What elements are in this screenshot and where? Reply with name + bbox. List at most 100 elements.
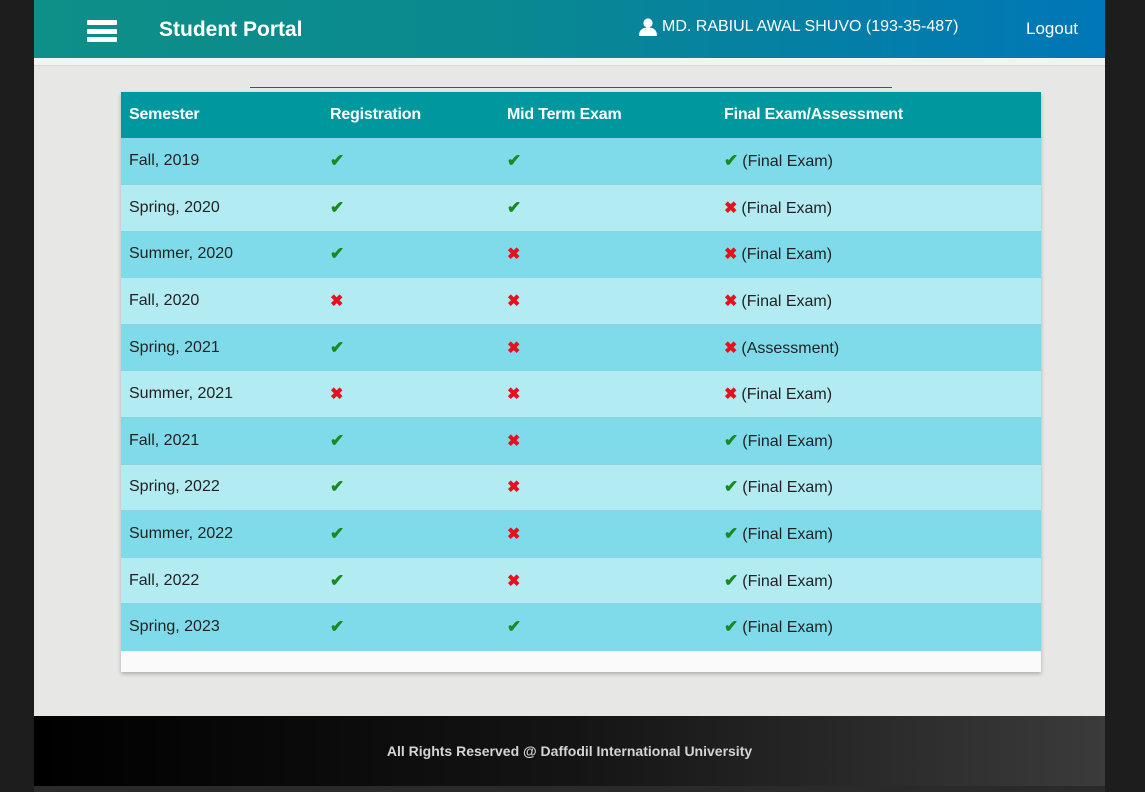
check-icon: ✔ <box>507 197 522 217</box>
final-label: (Final Exam) <box>741 293 833 311</box>
final-cell: ✔ (Final Exam) <box>716 418 1041 465</box>
check-icon: ✔ <box>724 151 739 171</box>
semester-cell: Spring, 2020 <box>129 198 220 216</box>
page-frame: Student Portal MD. RABIUL AWAL SHUVO (19… <box>34 0 1105 792</box>
logout-link[interactable]: Logout <box>1026 19 1078 39</box>
cross-icon: ✖ <box>724 293 738 311</box>
check-icon: ✔ <box>724 570 739 590</box>
final-label: (Final Exam) <box>742 479 833 497</box>
table-row: Fall, 2022 ✔ ✖ ✔ (Final Exam) <box>121 557 1041 604</box>
table-row: Summer, 2021 ✖ ✖ ✖ (Final Exam) <box>121 370 1041 418</box>
midterm-cell: ✖ <box>499 324 716 371</box>
cross-icon: ✖ <box>507 432 521 450</box>
semester-cell: Spring, 2021 <box>129 338 220 356</box>
check-icon: ✔ <box>507 617 522 637</box>
column-header: Final Exam/Assessment <box>724 105 903 123</box>
midterm-cell: ✔ <box>499 138 716 185</box>
semester-cell: Fall, 2020 <box>129 292 200 310</box>
brand-title: Student Portal <box>159 18 303 41</box>
table-row: Spring, 2023 ✔ ✔ ✔ (Final Exam) <box>121 603 1041 651</box>
table-header-row: Semester Registration Mid Term Exam Final E… <box>121 92 1041 138</box>
registration-cell: ✖ <box>322 278 499 325</box>
final-cell: ✔ (Final Exam) <box>716 138 1041 185</box>
check-icon: ✔ <box>507 151 522 171</box>
check-icon: ✔ <box>330 524 345 544</box>
check-icon: ✔ <box>330 570 345 590</box>
cross-icon: ✖ <box>507 246 521 264</box>
final-cell: ✖ (Final Exam) <box>716 371 1041 418</box>
check-icon: ✔ <box>724 524 739 544</box>
registration-cell: ✔ <box>322 604 499 651</box>
midterm-cell: ✖ <box>499 557 716 604</box>
navbar-shadow <box>34 58 1105 66</box>
final-label: (Final Exam) <box>742 153 833 171</box>
registration-cell: ✔ <box>322 464 499 511</box>
table-row: Spring, 2021 ✔ ✖ ✖ (Assessment) <box>121 324 1041 371</box>
check-icon: ✔ <box>330 337 345 357</box>
semester-cell: Summer, 2021 <box>129 385 234 403</box>
semester-cell: Summer, 2020 <box>129 245 234 263</box>
midterm-cell: ✖ <box>499 278 716 325</box>
table-row: Fall, 2021 ✔ ✖ ✔ (Final Exam) <box>121 417 1041 465</box>
check-icon: ✔ <box>330 430 345 450</box>
table-row: Spring, 2022 ✔ ✖ ✔ (Final Exam) <box>121 464 1041 511</box>
table-row: Fall, 2020 ✖ ✖ ✖ (Final Exam) <box>121 277 1041 325</box>
midterm-cell: ✔ <box>499 185 716 232</box>
column-header: Semester <box>129 105 200 123</box>
final-cell: ✖ (Final Exam) <box>716 278 1041 325</box>
results-card: Semester Registration Mid Term Exam Final E… <box>121 92 1041 672</box>
check-icon: ✔ <box>330 244 345 264</box>
hamburger-menu-icon[interactable] <box>87 20 117 42</box>
check-icon: ✔ <box>330 151 345 171</box>
column-header: Mid Term Exam <box>507 105 622 123</box>
divider <box>250 87 892 88</box>
check-icon: ✔ <box>724 477 739 497</box>
final-label: (Final Exam) <box>742 432 833 450</box>
cross-icon: ✖ <box>724 386 738 404</box>
final-label: (Assessment) <box>741 339 840 357</box>
final-cell: ✔ (Final Exam) <box>716 604 1041 651</box>
final-cell: ✖ (Final Exam) <box>716 185 1041 232</box>
cross-icon: ✖ <box>724 199 738 217</box>
registration-cell: ✖ <box>322 371 499 418</box>
semester-cell: Spring, 2023 <box>129 618 220 636</box>
midterm-cell: ✖ <box>499 371 716 418</box>
final-label: (Final Exam) <box>742 526 833 544</box>
final-cell: ✖ (Final Exam) <box>716 231 1041 278</box>
registration-cell: ✔ <box>322 138 499 185</box>
table-row: Fall, 2019 ✔ ✔ ✔ (Final Exam) <box>121 138 1041 185</box>
registration-cell: ✔ <box>322 231 499 278</box>
cross-icon: ✖ <box>330 386 344 404</box>
final-cell: ✖ (Assessment) <box>716 324 1041 371</box>
user-name: MD. RABIUL AWAL SHUVO (193-35-487) <box>662 18 959 35</box>
cross-icon: ✖ <box>507 526 521 544</box>
footer: All Rights Reserved @ Daffodil Internati… <box>34 716 1105 786</box>
table-body: Fall, 2019 ✔ ✔ ✔ (Final Exam) Spring, 2020 ✔ ✔ ✖… <box>121 138 1041 651</box>
semester-cell: Fall, 2019 <box>129 152 200 170</box>
top-navbar: Student Portal MD. RABIUL AWAL SHUVO (19… <box>34 0 1105 58</box>
cross-icon: ✖ <box>724 339 738 357</box>
final-cell: ✔ (Final Exam) <box>716 511 1041 558</box>
registration-cell: ✔ <box>322 511 499 558</box>
footer-bottom-bar <box>34 786 1105 792</box>
midterm-cell: ✖ <box>499 464 716 511</box>
user-icon <box>639 18 657 36</box>
cross-icon: ✖ <box>507 386 521 404</box>
semester-cell: Fall, 2021 <box>129 431 200 449</box>
registration-cell: ✔ <box>322 324 499 371</box>
table-row: Summer, 2022 ✔ ✖ ✔ (Final Exam) <box>121 510 1041 558</box>
table-row: Summer, 2020 ✔ ✖ ✖ (Final Exam) <box>121 231 1041 278</box>
check-icon: ✔ <box>330 617 345 637</box>
check-icon: ✔ <box>724 617 739 637</box>
cross-icon: ✖ <box>507 572 521 590</box>
cross-icon: ✖ <box>507 339 521 357</box>
final-label: (Final Exam) <box>741 386 833 404</box>
check-icon: ✔ <box>330 197 345 217</box>
registration-cell: ✔ <box>322 185 499 232</box>
check-icon: ✔ <box>330 477 345 497</box>
semester-status-table: Semester Registration Mid Term Exam Final E… <box>121 92 1041 651</box>
cross-icon: ✖ <box>507 479 521 497</box>
cross-icon: ✖ <box>507 293 521 311</box>
final-cell: ✔ (Final Exam) <box>716 464 1041 511</box>
semester-cell: Spring, 2022 <box>129 478 220 496</box>
